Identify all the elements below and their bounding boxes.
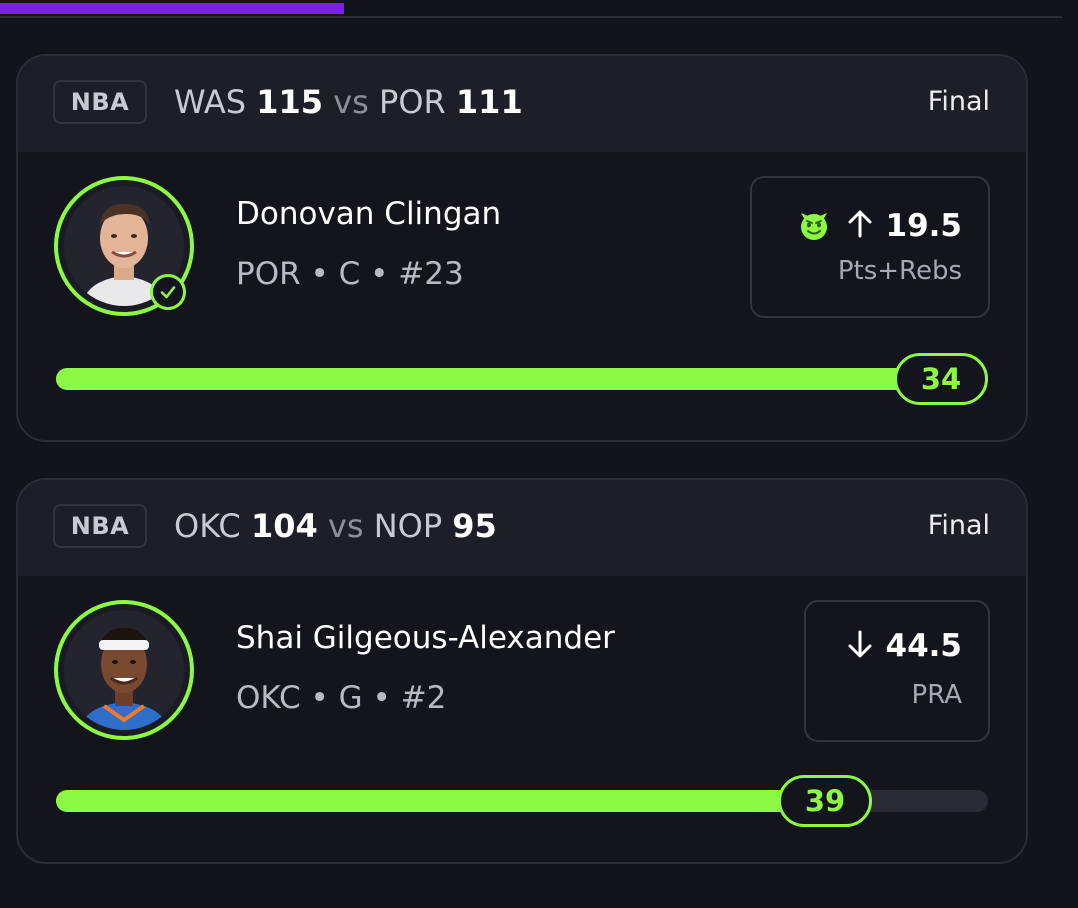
pick-card[interactable]: NBA OKC 104 vs NOP 95 Final Shai Gilgeou…: [16, 478, 1028, 864]
player-name: Shai Gilgeous-Alexander: [236, 620, 615, 656]
player-meta: POR • C • #23: [236, 256, 464, 292]
game-status: Final: [927, 86, 990, 117]
devil-emoji-icon: [794, 204, 834, 248]
arrow-down-icon: [844, 628, 876, 664]
progress-fill: [56, 368, 988, 390]
player-avatar[interactable]: [54, 176, 194, 316]
home-score: 95: [452, 507, 497, 545]
scroll-progress-bar: [0, 3, 344, 14]
away-team: WAS: [174, 83, 247, 121]
stat-type: PRA: [911, 680, 962, 710]
card-header: NBA OKC 104 vs NOP 95 Final: [18, 480, 1026, 576]
away-score: 104: [250, 507, 318, 545]
progress-fill: [56, 790, 872, 812]
result-pill: 39: [778, 775, 872, 827]
player-avatar[interactable]: [54, 600, 194, 740]
projection-box[interactable]: 19.5 Pts+Rebs: [750, 176, 990, 318]
player-name: Donovan Clingan: [236, 196, 502, 232]
league-badge: NBA: [53, 504, 147, 548]
vs-label: vs: [327, 507, 364, 545]
line-value: 44.5: [885, 628, 963, 664]
check-icon: [150, 274, 186, 310]
home-team: NOP: [373, 507, 443, 545]
away-score: 115: [256, 83, 324, 121]
game-status: Final: [927, 510, 990, 541]
game-matchup: WAS 115 vs POR 111: [174, 82, 523, 122]
player-meta: OKC • G • #2: [236, 680, 447, 716]
progress-track: 34: [56, 353, 988, 405]
home-score: 111: [455, 83, 523, 121]
home-team: POR: [379, 83, 446, 121]
vs-label: vs: [333, 83, 369, 121]
projection-box[interactable]: 44.5 PRA: [804, 600, 990, 742]
card-header: NBA WAS 115 vs POR 111 Final: [18, 56, 1026, 152]
projection-line: 44.5: [844, 628, 963, 664]
away-team: OKC: [174, 507, 241, 545]
line-value: 19.5: [885, 208, 963, 244]
progress-track: 39: [56, 775, 988, 827]
pick-card[interactable]: NBA WAS 115 vs POR 111 Final Donovan Cli…: [16, 54, 1028, 442]
result-pill: 34: [894, 353, 988, 405]
projection-line: 19.5: [794, 204, 963, 248]
arrow-up-icon: [844, 208, 876, 244]
player-photo: [64, 610, 184, 730]
stat-type: Pts+Rebs: [837, 256, 962, 286]
game-matchup: OKC 104 vs NOP 95: [174, 506, 497, 546]
top-divider: [0, 0, 1062, 18]
league-badge: NBA: [53, 80, 147, 124]
